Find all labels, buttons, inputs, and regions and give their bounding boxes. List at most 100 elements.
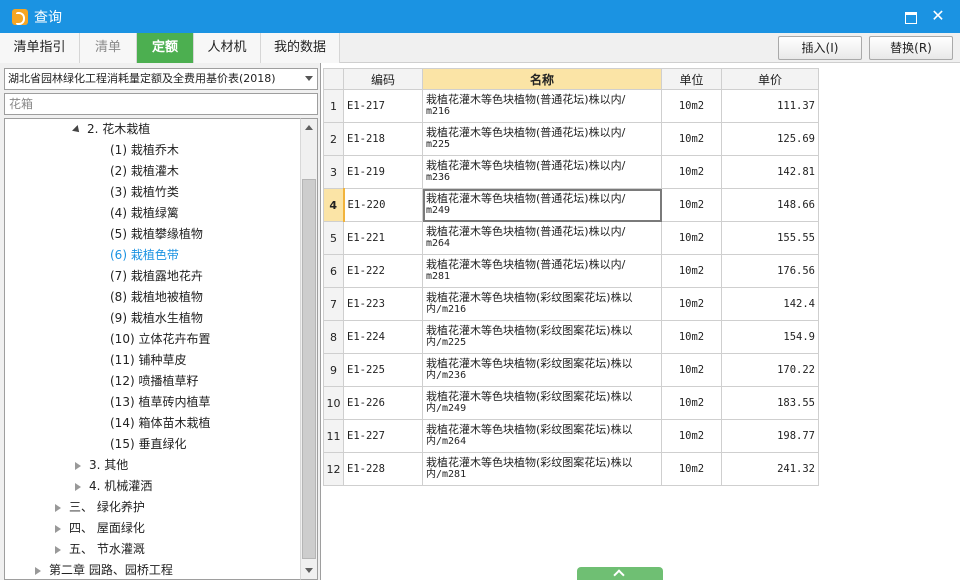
quota-price[interactable]: 155.55 xyxy=(721,221,819,255)
tree-node[interactable]: (1) 栽植乔木 xyxy=(110,140,179,161)
table-row[interactable]: 7 E1-223 栽植花灌木等色块植物(彩纹图案花坛)株以 内/m216 10m2 142… xyxy=(323,287,819,321)
tree-node[interactable]: 五、 节水灌溉 xyxy=(55,539,145,560)
quota-price[interactable]: 183.55 xyxy=(721,386,819,420)
quota-unit[interactable]: 10m2 xyxy=(661,122,722,156)
quota-name[interactable]: 栽植花灌木等色块植物(普通花坛)株以内/m236 xyxy=(422,155,662,189)
tree-node[interactable]: (4) 栽植绿篱 xyxy=(110,203,179,224)
table-row[interactable]: 5 E1-221 栽植花灌木等色块植物(普通花坛)株以内/m264 10m2 155.5… xyxy=(323,221,819,255)
quota-code[interactable]: E1-220 xyxy=(342,188,423,222)
tree-node[interactable]: (13) 植草砖内植草 xyxy=(110,392,210,413)
tree-node[interactable]: 2. 花木栽植 xyxy=(72,119,150,140)
tree-node[interactable]: (3) 栽植竹类 xyxy=(110,182,179,203)
tree-node[interactable]: (5) 栽植攀缘植物 xyxy=(110,224,203,245)
tree-node[interactable]: 第二章 园路、园桥工程 xyxy=(35,560,173,579)
quota-code[interactable]: E1-225 xyxy=(343,353,423,387)
tree-node[interactable]: (9) 栽植水生植物 xyxy=(110,308,203,329)
tab-list-guide[interactable]: 清单指引 xyxy=(0,33,80,63)
quota-code[interactable]: E1-226 xyxy=(343,386,423,420)
quota-name[interactable]: 栽植花灌木等色块植物(彩纹图案花坛)株以 内/m225 xyxy=(422,320,662,354)
quota-library-select[interactable]: 湖北省园林绿化工程消耗量定额及全费用基价表(2018) xyxy=(4,68,318,90)
column-header-unit[interactable]: 单位 xyxy=(661,68,722,90)
table-row[interactable]: 3 E1-219 栽植花灌木等色块植物(普通花坛)株以内/m236 10m2 142.8… xyxy=(323,155,819,189)
quota-name[interactable]: 栽植花灌木等色块植物(普通花坛)株以内/m249 xyxy=(422,188,662,222)
tree-node[interactable]: (8) 栽植地被植物 xyxy=(110,287,203,308)
table-row[interactable]: 4 E1-220 栽植花灌木等色块植物(普通花坛)株以内/m249 10m2 148.6… xyxy=(323,188,819,222)
maximize-icon[interactable] xyxy=(902,8,918,24)
search-input[interactable]: 花箱 xyxy=(4,93,318,115)
quota-code[interactable]: E1-221 xyxy=(343,221,423,255)
quota-unit[interactable]: 10m2 xyxy=(661,254,722,288)
quota-code[interactable]: E1-228 xyxy=(343,452,423,486)
quota-unit[interactable]: 10m2 xyxy=(661,452,722,486)
collapsed-arrow-icon[interactable] xyxy=(55,545,61,554)
column-header-name[interactable]: 名称 xyxy=(422,68,662,90)
chevron-down-icon[interactable] xyxy=(305,76,313,81)
quota-price[interactable]: 148.66 xyxy=(721,188,819,222)
quota-name[interactable]: 栽植花灌木等色块植物(普通花坛)株以内/m216 xyxy=(422,89,662,123)
tree-node[interactable]: (12) 喷播植草籽 xyxy=(110,371,198,392)
expanded-arrow-icon[interactable] xyxy=(72,124,82,135)
collapsed-arrow-icon[interactable] xyxy=(55,524,61,533)
insert-button[interactable]: 插入(I) xyxy=(778,36,862,60)
tree-node[interactable]: (7) 栽植露地花卉 xyxy=(110,266,203,287)
tree-node-selected[interactable]: (6) 栽植色带 xyxy=(110,245,179,266)
tree-node[interactable]: (15) 垂直绿化 xyxy=(110,434,186,455)
tree-node[interactable]: 3. 其他 xyxy=(75,455,128,476)
quota-code[interactable]: E1-227 xyxy=(343,419,423,453)
tree-node[interactable]: (14) 箱体苗木栽植 xyxy=(110,413,210,434)
quota-price[interactable]: 170.22 xyxy=(721,353,819,387)
tree-node[interactable]: 四、 屋面绿化 xyxy=(55,518,145,539)
table-row[interactable]: 1 E1-217 栽植花灌木等色块植物(普通花坛)株以内/m216 10m2 111.3… xyxy=(323,89,819,123)
tree-node[interactable]: (2) 栽植灌木 xyxy=(110,161,179,182)
collapsed-arrow-icon[interactable] xyxy=(75,482,81,491)
column-header-code[interactable]: 编码 xyxy=(343,68,423,90)
quota-unit[interactable]: 10m2 xyxy=(661,89,722,123)
tree-scrollbar[interactable] xyxy=(300,118,318,580)
quota-name[interactable]: 栽植花灌木等色块植物(彩纹图案花坛)株以 内/m249 xyxy=(422,386,662,420)
collapsed-arrow-icon[interactable] xyxy=(55,503,61,512)
table-row[interactable]: 11 E1-227 栽植花灌木等色块植物(彩纹图案花坛)株以 内/m264 10m2 19… xyxy=(323,419,819,453)
quota-price[interactable]: 142.81 xyxy=(721,155,819,189)
table-row[interactable]: 2 E1-218 栽植花灌木等色块植物(普通花坛)株以内/m225 10m2 125.6… xyxy=(323,122,819,156)
collapsed-arrow-icon[interactable] xyxy=(35,566,41,575)
quota-name[interactable]: 栽植花灌木等色块植物(普通花坛)株以内/m225 xyxy=(422,122,662,156)
table-row[interactable]: 12 E1-228 栽植花灌木等色块植物(彩纹图案花坛)株以 内/m281 10m2 24… xyxy=(323,452,819,486)
quota-unit[interactable]: 10m2 xyxy=(661,386,722,420)
tree-node[interactable]: (11) 铺种草皮 xyxy=(110,350,186,371)
tree-node[interactable]: 4. 机械灌洒 xyxy=(75,476,152,497)
close-icon[interactable]: ✕ xyxy=(930,8,946,24)
scrollbar-thumb[interactable] xyxy=(302,179,316,559)
table-row[interactable]: 9 E1-225 栽植花灌木等色块植物(彩纹图案花坛)株以 内/m236 10m2 170… xyxy=(323,353,819,387)
quota-name[interactable]: 栽植花灌木等色块植物(彩纹图案花坛)株以 内/m264 xyxy=(422,419,662,453)
quota-price[interactable]: 111.37 xyxy=(721,89,819,123)
quota-code[interactable]: E1-217 xyxy=(343,89,423,123)
tree-node[interactable]: (10) 立体花卉布置 xyxy=(110,329,210,350)
quota-price[interactable]: 176.56 xyxy=(721,254,819,288)
quota-code[interactable]: E1-223 xyxy=(343,287,423,321)
quota-code[interactable]: E1-224 xyxy=(343,320,423,354)
scroll-down-icon[interactable] xyxy=(301,562,317,579)
collapsed-arrow-icon[interactable] xyxy=(75,461,81,470)
column-header-price[interactable]: 单价 xyxy=(721,68,819,90)
replace-button[interactable]: 替换(R) xyxy=(869,36,953,60)
quota-price[interactable]: 241.32 xyxy=(721,452,819,486)
quota-unit[interactable]: 10m2 xyxy=(661,419,722,453)
tab-my-data[interactable]: 我的数据 xyxy=(261,33,340,63)
quota-code[interactable]: E1-219 xyxy=(343,155,423,189)
quota-price[interactable]: 142.4 xyxy=(721,287,819,321)
quota-price[interactable]: 198.77 xyxy=(721,419,819,453)
quota-name[interactable]: 栽植花灌木等色块植物(彩纹图案花坛)株以 内/m236 xyxy=(422,353,662,387)
quota-price[interactable]: 125.69 xyxy=(721,122,819,156)
quota-code[interactable]: E1-218 xyxy=(343,122,423,156)
tab-list[interactable]: 清单 xyxy=(80,33,137,63)
quota-unit[interactable]: 10m2 xyxy=(661,155,722,189)
quota-name[interactable]: 栽植花灌木等色块植物(彩纹图案花坛)株以 内/m216 xyxy=(422,287,662,321)
table-row[interactable]: 8 E1-224 栽植花灌木等色块植物(彩纹图案花坛)株以 内/m225 10m2 154… xyxy=(323,320,819,354)
quota-name[interactable]: 栽植花灌木等色块植物(普通花坛)株以内/m264 xyxy=(422,221,662,255)
quota-price[interactable]: 154.9 xyxy=(721,320,819,354)
quota-unit[interactable]: 10m2 xyxy=(661,353,722,387)
collapse-panel-handle[interactable] xyxy=(577,567,663,580)
table-row[interactable]: 10 E1-226 栽植花灌木等色块植物(彩纹图案花坛)株以 内/m249 10m2 18… xyxy=(323,386,819,420)
tab-quota[interactable]: 定额 xyxy=(137,33,194,63)
quota-unit[interactable]: 10m2 xyxy=(661,221,722,255)
